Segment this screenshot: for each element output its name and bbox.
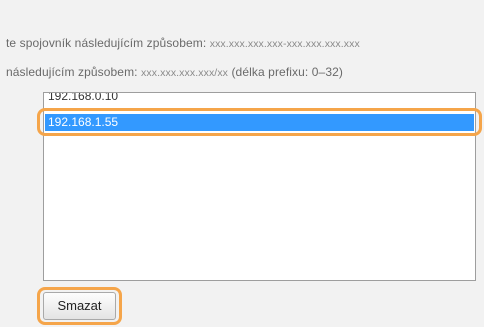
prefix-length-note: (délka prefixu: 0–32) — [228, 65, 343, 79]
prefix-format-instruction: následujícím způsobem: xxx.xxx.xxx.xxx/x… — [6, 65, 343, 79]
range-format-example: xxx.xxx.xxx.xxx-xxx.xxx.xxx.xxx — [209, 38, 360, 50]
address-list-item[interactable]: 192.168.0.10 — [45, 93, 474, 103]
range-instruction-text: te spojovník následujícím způsobem: — [6, 36, 210, 50]
range-format-instruction: te spojovník následujícím způsobem: xxx.… — [6, 36, 360, 50]
prefix-format-example: xxx.xxx.xxx.xxx/xx — [141, 67, 229, 79]
delete-button-highlight — [37, 287, 122, 325]
settings-panel: te spojovník následujícím způsobem: xxx.… — [0, 0, 484, 327]
selected-item-highlight — [37, 108, 482, 136]
prefix-instruction-text: následujícím způsobem: — [6, 65, 142, 79]
